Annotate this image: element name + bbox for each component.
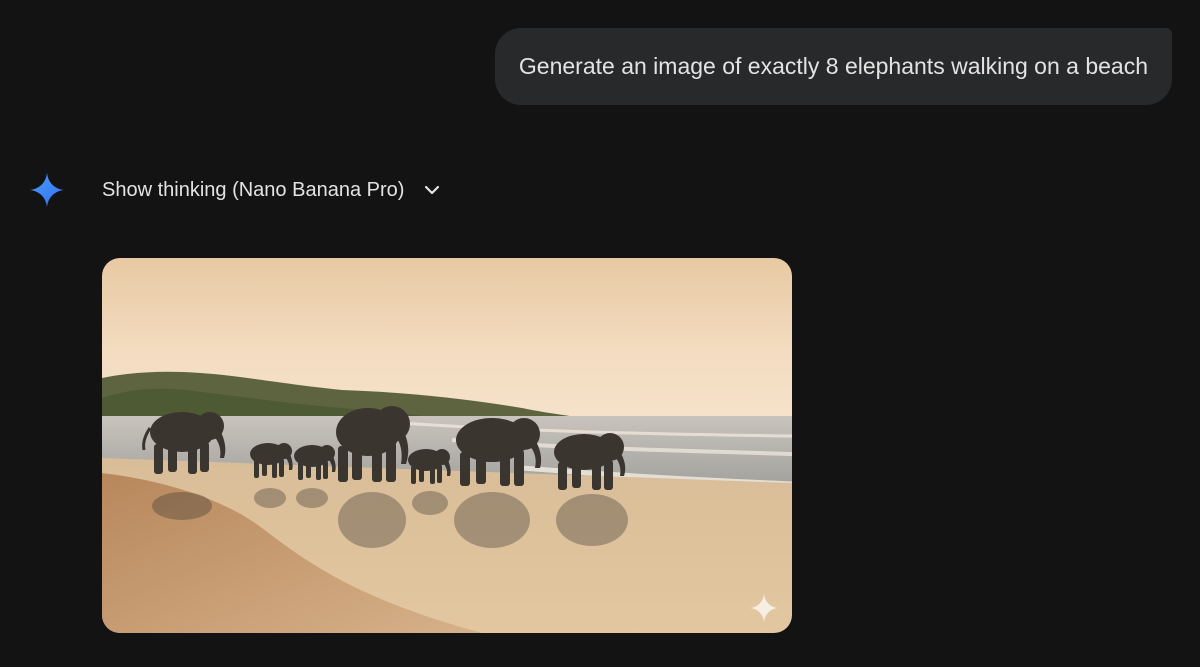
generated-image[interactable]	[102, 258, 792, 633]
chevron-down-icon[interactable]	[422, 180, 442, 200]
show-thinking-toggle[interactable]: Show thinking (Nano Banana Pro)	[102, 179, 442, 202]
show-thinking-label: Show thinking (Nano Banana Pro)	[102, 178, 405, 201]
user-message-text: Generate an image of exactly 8 elephants…	[518, 53, 1148, 79]
user-message-bubble: Generate an image of exactly 8 elephants…	[494, 28, 1172, 105]
response-header: Show thinking (Nano Banana Pro)	[28, 170, 442, 210]
gemini-sparkle-icon	[29, 172, 65, 208]
elephants-beach-image	[102, 258, 792, 633]
